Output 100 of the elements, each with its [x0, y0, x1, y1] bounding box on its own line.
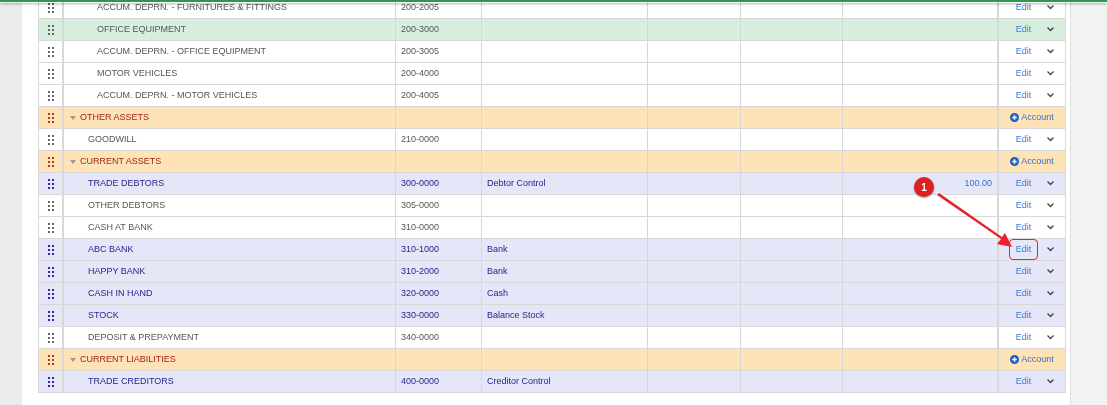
account-name: ACCUM. DEPRN. - MOTOR VEHICLES	[97, 88, 258, 102]
drag-handle-icon[interactable]	[47, 288, 54, 299]
account-row[interactable]: DEPOSIT & PREPAYMENT 340-0000 Edit	[39, 327, 1065, 349]
account-code: 310-0000	[401, 220, 440, 234]
drag-handle-icon[interactable]	[47, 134, 54, 145]
account-row[interactable]: CASH AT BANK 310-0000 Edit	[39, 217, 1065, 239]
edit-button[interactable]: Edit	[1009, 283, 1038, 304]
edit-button[interactable]: Edit	[1009, 327, 1038, 348]
chevron-down-icon[interactable]	[1047, 137, 1055, 142]
drag-handle-icon[interactable]	[47, 112, 54, 123]
account-code: 200-4005	[401, 88, 440, 102]
drag-handle-icon[interactable]	[47, 376, 54, 387]
chevron-down-icon[interactable]	[1047, 5, 1055, 10]
chevron-down-icon[interactable]	[1047, 49, 1055, 54]
drag-handle-icon[interactable]	[47, 244, 54, 255]
edit-button[interactable]: Edit	[1009, 129, 1038, 150]
account-name: HAPPY BANK	[88, 264, 146, 278]
account-row[interactable]: ACCUM. DEPRN. - MOTOR VEHICLES 200-4005 Edit	[39, 85, 1065, 107]
add-account-button[interactable]: Account	[1010, 154, 1054, 169]
account-name: TRADE CREDITORS	[88, 374, 174, 388]
amount: 100.00	[964, 176, 992, 190]
account-row[interactable]: OFFICE EQUIPMENT 200-3000 Edit	[39, 19, 1065, 41]
drag-handle-icon[interactable]	[47, 266, 54, 277]
drag-handle-icon[interactable]	[47, 24, 54, 35]
account-code: 340-0000	[401, 330, 440, 344]
account-code: 305-0000	[401, 198, 440, 212]
chevron-down-icon[interactable]	[1047, 335, 1055, 340]
chevron-down-icon[interactable]	[1047, 27, 1055, 32]
account-row[interactable]: STOCK 330-0000 Balance Stock Edit	[39, 305, 1065, 327]
account-code: 200-3000	[401, 22, 440, 36]
account-code: 320-0000	[401, 286, 440, 300]
account-row[interactable]: ACCUM. DEPRN. - OFFICE EQUIPMENT 200-3005 Edit	[39, 41, 1065, 63]
category-name: OTHER ASSETS	[80, 110, 150, 124]
chevron-down-icon[interactable]	[1047, 71, 1055, 76]
edit-button[interactable]: Edit	[1009, 0, 1038, 18]
account-row[interactable]: ABC BANK 310-1000 Bank Edit	[39, 239, 1065, 261]
account-code: 200-2005	[401, 0, 440, 14]
plus-circle-icon	[1010, 113, 1020, 122]
account-row[interactable]: OTHER DEBTORS 305-0000 Edit	[39, 195, 1065, 217]
drag-handle-icon[interactable]	[47, 222, 54, 233]
drag-handle-icon[interactable]	[47, 46, 54, 57]
add-account-button[interactable]: Account	[1010, 352, 1054, 367]
account-name: OFFICE EQUIPMENT	[97, 22, 186, 36]
plus-circle-icon	[1010, 157, 1020, 166]
account-name: ACCUM. DEPRN. - FURNITURES & FITTINGS	[97, 0, 287, 14]
account-name: GOODWILL	[88, 132, 137, 146]
drag-handle-icon[interactable]	[47, 2, 54, 13]
account-type: Bank	[487, 264, 508, 278]
account-row[interactable]: GOODWILL 210-0000 Edit	[39, 129, 1065, 151]
account-row[interactable]: HAPPY BANK 310-2000 Bank Edit	[39, 261, 1065, 283]
chevron-down-icon[interactable]	[1047, 379, 1055, 384]
account-name: MOTOR VEHICLES	[97, 66, 178, 80]
edit-button[interactable]: Edit	[1009, 261, 1038, 282]
edit-button[interactable]: Edit	[1009, 19, 1038, 40]
category-name: CURRENT ASSETS	[80, 154, 162, 168]
drag-handle-icon[interactable]	[47, 354, 54, 365]
edit-button[interactable]: Edit	[1009, 239, 1038, 260]
chevron-down-icon[interactable]	[1047, 225, 1055, 230]
drag-handle-icon[interactable]	[47, 90, 54, 101]
account-row[interactable]: CASH IN HAND 320-0000 Cash Edit	[39, 283, 1065, 305]
account-name: ACCUM. DEPRN. - OFFICE EQUIPMENT	[97, 44, 266, 58]
account-code: 330-0000	[401, 308, 440, 322]
account-code: 200-4000	[401, 66, 440, 80]
edit-button[interactable]: Edit	[1009, 63, 1038, 84]
drag-handle-icon[interactable]	[47, 156, 54, 167]
chevron-down-icon[interactable]	[1047, 93, 1055, 98]
account-name: TRADE DEBTORS	[88, 176, 165, 190]
account-type: Debtor Control	[487, 176, 546, 190]
edit-button[interactable]: Edit	[1009, 85, 1038, 106]
chevron-down-icon[interactable]	[1047, 269, 1055, 274]
account-row[interactable]: MOTOR VEHICLES 200-4000 Edit	[39, 63, 1065, 85]
edit-button[interactable]: Edit	[1009, 217, 1038, 238]
edit-button[interactable]: Edit	[1009, 173, 1038, 194]
plus-circle-icon	[1010, 355, 1020, 364]
chevron-down-icon[interactable]	[1047, 247, 1055, 252]
drag-handle-icon[interactable]	[47, 310, 54, 321]
account-code: 210-0000	[401, 132, 440, 146]
account-row[interactable]: TRADE CREDITORS 400-0000 Creditor Control Edit	[39, 371, 1065, 393]
account-type: Balance Stock	[487, 308, 545, 322]
edit-button[interactable]: Edit	[1009, 41, 1038, 62]
edit-button[interactable]: Edit	[1009, 371, 1038, 392]
account-code: 400-0000	[401, 374, 440, 388]
chevron-down-icon[interactable]	[1047, 181, 1055, 186]
account-name: STOCK	[88, 308, 119, 322]
edit-button[interactable]: Edit	[1009, 305, 1038, 326]
chevron-down-icon[interactable]	[1047, 291, 1055, 296]
chevron-down-icon[interactable]	[1047, 313, 1055, 318]
edit-button[interactable]: Edit	[1009, 195, 1038, 216]
account-type: Creditor Control	[487, 374, 551, 388]
drag-handle-icon[interactable]	[47, 178, 54, 189]
account-code: 300-0000	[401, 176, 440, 190]
chevron-down-icon[interactable]	[1047, 203, 1055, 208]
account-name: OTHER DEBTORS	[88, 198, 166, 212]
drag-handle-icon[interactable]	[47, 200, 54, 211]
add-account-button[interactable]: Account	[1010, 110, 1054, 125]
account-name: ABC BANK	[88, 242, 134, 256]
account-type: Cash	[487, 286, 508, 300]
drag-handle-icon[interactable]	[47, 332, 54, 343]
account-name: CASH IN HAND	[88, 286, 153, 300]
drag-handle-icon[interactable]	[47, 68, 54, 79]
